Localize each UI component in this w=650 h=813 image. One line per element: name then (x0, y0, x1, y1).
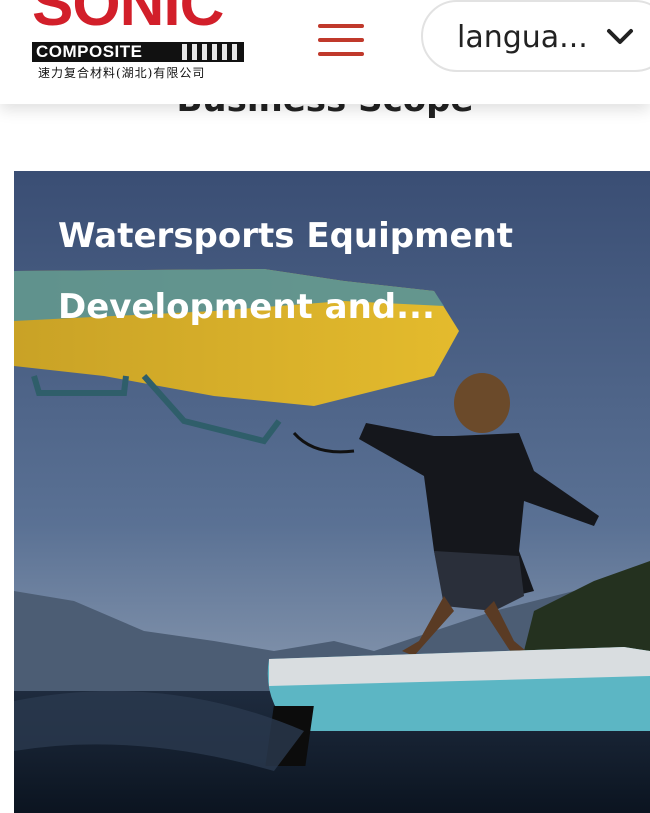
logo-chinese-name: 速力复合材料(湖北)有限公司 (38, 66, 206, 80)
card-title-line-1: Watersports Equipment (58, 216, 514, 256)
logo-brand: SONIC (32, 0, 224, 39)
business-card[interactable]: Watersports Equipment Development and... (14, 171, 650, 813)
chevron-down-icon (607, 29, 633, 44)
logo-checker-pattern (182, 44, 242, 60)
site-logo[interactable]: SONIC COMPOSITE 速力复合材料(湖北)有限公司 (32, 0, 244, 82)
language-selector-label: langua... (457, 20, 588, 55)
hamburger-menu-icon[interactable] (316, 22, 366, 58)
site-header: SONIC COMPOSITE 速力复合材料(湖北)有限公司 langua... (0, 0, 650, 104)
language-selector[interactable]: langua... (421, 0, 650, 72)
logo-sub-brand: COMPOSITE (36, 42, 143, 61)
card-title[interactable]: Watersports Equipment Development and... (58, 201, 598, 343)
card-title-line-2: Development and... (58, 287, 435, 327)
